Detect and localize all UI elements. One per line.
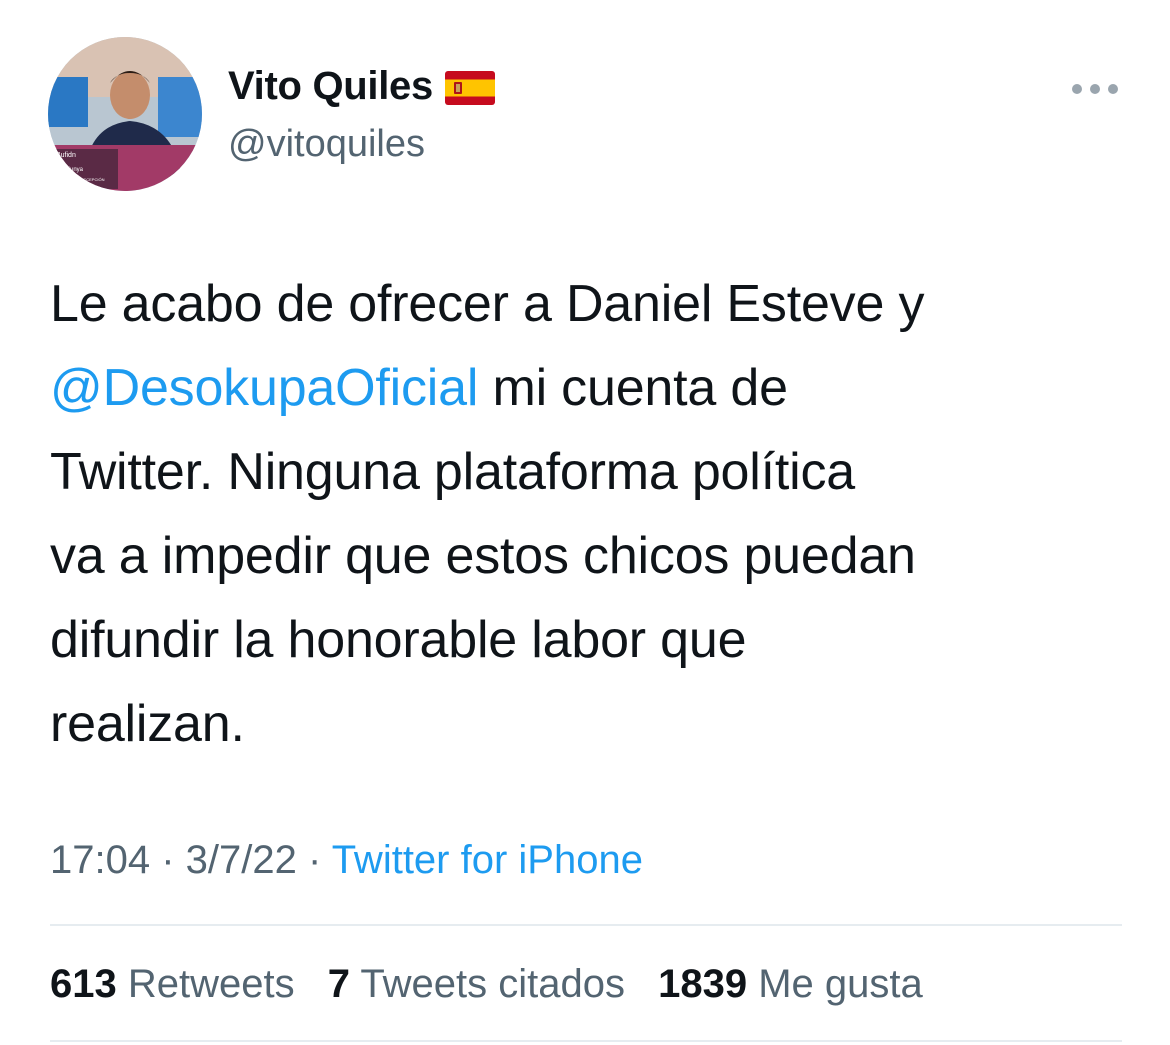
- tweet-text-line: realizan.: [50, 682, 1130, 766]
- retweets-count: 613: [50, 962, 117, 1006]
- avatar[interactable]: Bufidn Catalunya CAMERA DE DECEPCIÓN: [48, 37, 202, 191]
- tweet-time[interactable]: 17:04: [50, 838, 150, 882]
- tweet-text-segment: mi cuenta de: [478, 359, 788, 417]
- quote-tweets-label: Tweets citados: [360, 962, 625, 1006]
- author-name-row[interactable]: Vito Quiles: [228, 64, 495, 109]
- avatar-image: Bufidn Catalunya CAMERA DE DECEPCIÓN: [48, 37, 202, 191]
- likes-label: Me gusta: [758, 962, 923, 1006]
- divider: [50, 1040, 1122, 1042]
- tweet-stats: 613 Retweets 7 Tweets citados 1839 Me gu…: [50, 962, 945, 1007]
- avatar-caption-2: Catalunya: [56, 167, 84, 173]
- tweet-text-segment: Le acabo de ofrecer a Daniel Esteve y: [50, 275, 925, 333]
- spain-flag-icon: [444, 70, 495, 105]
- quote-tweets-count: 7: [327, 962, 350, 1006]
- retweets-stat[interactable]: 613 Retweets: [50, 962, 295, 1007]
- tweet-text-segment: va a impedir que estos chicos puedan: [50, 527, 916, 585]
- quote-tweets-stat[interactable]: 7 Tweets citados: [328, 962, 625, 1007]
- tweet-text-segment: Twitter. Ninguna plataforma política: [50, 443, 855, 501]
- tweet-text-line: Twitter. Ninguna plataforma política: [50, 430, 1130, 514]
- avatar-caption-1: Bufidn: [56, 152, 76, 159]
- retweets-label: Retweets: [127, 962, 295, 1006]
- ellipsis-icon[interactable]: [1072, 79, 1118, 99]
- tweet-source-link[interactable]: Twitter for iPhone: [332, 838, 643, 882]
- likes-count: 1839: [658, 962, 748, 1006]
- tweet-text-line: va a impedir que estos chicos puedan: [50, 514, 1130, 598]
- tweet-text: Le acabo de ofrecer a Daniel Esteve y @De…: [50, 262, 1130, 766]
- mention-link[interactable]: @DesokupaOficial: [50, 359, 478, 417]
- tweet-text-line: Le acabo de ofrecer a Daniel Esteve y: [50, 262, 1130, 346]
- tweet-text-segment: difundir la honorable labor que: [50, 611, 747, 669]
- tweet-meta: 17:04 · 3/7/22 · Twitter for iPhone: [50, 838, 643, 883]
- avatar-caption-3: CAMERA DE DECEPCIÓN: [56, 177, 105, 182]
- user-handle[interactable]: @vitoquiles: [228, 123, 425, 166]
- display-name[interactable]: Vito Quiles: [228, 64, 433, 109]
- meta-separator: ·: [296, 838, 332, 882]
- more-dot: [1108, 84, 1118, 94]
- divider: [50, 924, 1122, 926]
- tweet-text-segment: realizan.: [50, 695, 245, 753]
- more-dot: [1072, 84, 1082, 94]
- more-dot: [1090, 84, 1100, 94]
- tweet-date[interactable]: 3/7/22: [186, 838, 297, 882]
- likes-stat[interactable]: 1839 Me gusta: [658, 962, 923, 1007]
- meta-separator: ·: [150, 838, 186, 882]
- tweet-text-line: difundir la honorable labor que: [50, 598, 1130, 682]
- tweet-text-line: @DesokupaOficial mi cuenta de: [50, 346, 1130, 430]
